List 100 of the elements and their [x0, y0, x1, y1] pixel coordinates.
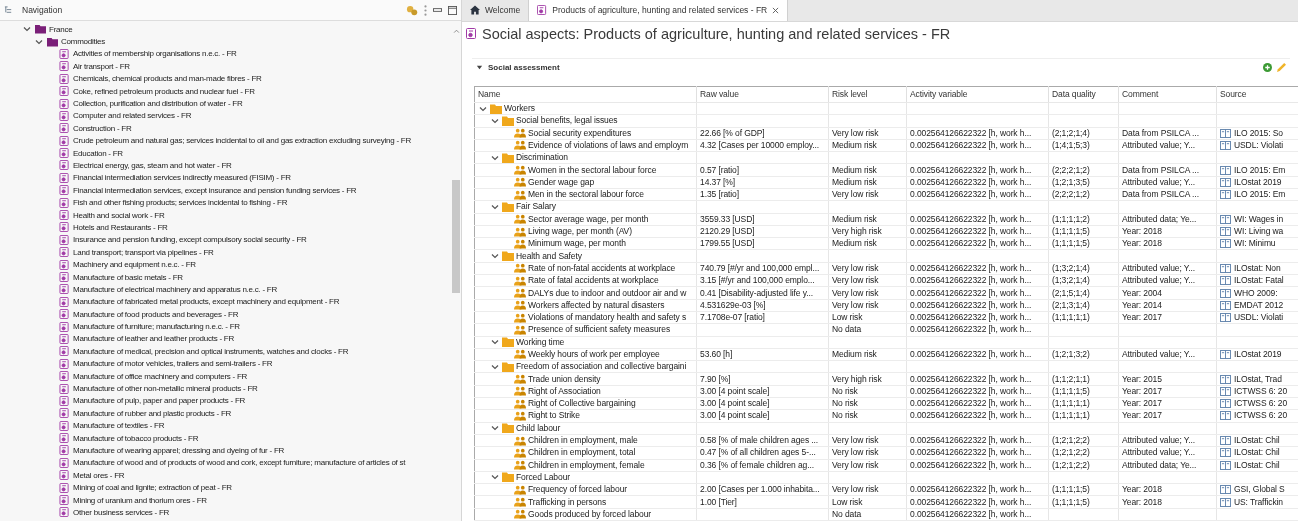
indicator-name[interactable]: Trade union density	[528, 373, 601, 385]
tree-item[interactable]: Other business services - FR	[73, 507, 170, 517]
tree-item[interactable]: Financial intermediation services indirectly measured (FISIM) - FR	[73, 173, 291, 183]
column-header[interactable]: Activity variable	[906, 86, 1049, 103]
source-link[interactable]: ILOstat: Chil	[1234, 459, 1280, 471]
source-link[interactable]: ILOstat: Fatal	[1234, 275, 1284, 287]
indicator-name[interactable]: Gender wage gap	[528, 176, 595, 188]
source-link[interactable]: ILO 2015: So	[1234, 127, 1283, 139]
tree-item[interactable]: Hotels and Restaurants - FR	[73, 222, 168, 232]
indicator-name[interactable]: Children in employment, male	[528, 435, 638, 447]
tree-item[interactable]: Health and social work - FR	[73, 210, 165, 220]
editor-tab[interactable]: Products of agriculture, hunting and related services - FR	[528, 0, 789, 21]
tree-item[interactable]: Manufacture of tobacco products - FR	[73, 433, 199, 443]
triangle-down-icon[interactable]	[476, 64, 483, 72]
source-link[interactable]: ICTWSS 6: 20	[1234, 410, 1288, 422]
add-icon[interactable]	[1263, 63, 1272, 73]
section-title[interactable]: Social assessment	[488, 63, 560, 73]
tree-item[interactable]: Air transport - FR	[73, 61, 130, 71]
source-link[interactable]: ICTWSS 6: 20	[1234, 398, 1288, 410]
more-icon[interactable]	[424, 4, 427, 16]
indicator-name[interactable]: Violations of mandatory health and safety s	[528, 312, 687, 324]
tree-item[interactable]: Manufacture of fabricated metal products, except machinery and equipment - FR	[73, 297, 340, 307]
indicator-name[interactable]: Living wage, per month (AV)	[528, 226, 632, 237]
editor-tab[interactable]: Welcome	[462, 0, 529, 21]
tree-item[interactable]: Coke, refined petroleum products and nuclear fuel - FR	[73, 86, 255, 96]
indicator-name[interactable]: Sector average wage, per month	[528, 213, 649, 225]
indicator-name[interactable]: Children in employment, female	[528, 459, 645, 471]
tree-item[interactable]: Mining of coal and lignite; extraction of peat - FR	[73, 483, 232, 493]
tree-item[interactable]: Machinery and equipment n.e.c. - FR	[73, 260, 196, 270]
group-label[interactable]: Health and Safety	[516, 250, 582, 262]
source-link[interactable]: EMDAT 2012	[1234, 299, 1284, 311]
tree-item[interactable]: France	[49, 24, 73, 34]
tree-item[interactable]: Chemicals, chemical products and man-made fibres - FR	[73, 74, 262, 84]
tree-item[interactable]: Insurance and pension funding, except compulsory social security - FR	[73, 235, 307, 245]
tree-item[interactable]: Manufacture of furniture; manufacturing n.e.c. - FR	[73, 322, 240, 332]
column-header[interactable]: Name	[474, 86, 697, 103]
tree-item[interactable]: Collection, purification and distribution of water - FR	[73, 99, 243, 109]
column-header[interactable]: Source	[1216, 86, 1298, 103]
tree-item[interactable]: Manufacture of rubber and plastic products - FR	[73, 408, 232, 418]
indicator-name[interactable]: Presence of sufficient safety measures	[528, 324, 671, 336]
source-link[interactable]: ILO 2015: Em	[1234, 189, 1286, 201]
tree-item[interactable]: Activities of membership organisations n.e.c. - FR	[73, 49, 237, 59]
tree-item[interactable]: Education - FR	[73, 148, 123, 158]
source-link[interactable]: ICTWSS 6: 20	[1234, 385, 1288, 397]
source-link[interactable]: ILOstat 2019	[1234, 349, 1282, 360]
source-link[interactable]: WI: Living wa	[1234, 226, 1284, 237]
indicator-name[interactable]: Rate of fatal accidents at workplace	[528, 275, 659, 287]
group-label[interactable]: Social benefits, legal issues	[516, 115, 618, 127]
source-link[interactable]: ILOstat: Chil	[1234, 447, 1280, 459]
source-link[interactable]: ILOstat: Non	[1234, 262, 1281, 274]
group-label[interactable]: Forced Labour	[516, 471, 570, 483]
tree-item[interactable]: Crude petroleum and natural gas; services incidental to oil and gas extraction excluding surveying - FR	[73, 136, 411, 146]
indicator-name[interactable]: Children in employment, total	[528, 447, 636, 459]
indicator-name[interactable]: Minimum wage, per month	[528, 238, 626, 250]
source-link[interactable]: ILO 2015: Em	[1234, 164, 1286, 176]
tree-item[interactable]: Manufacture of electrical machinery and apparatus n.e.c. - FR	[73, 284, 277, 294]
source-link[interactable]: USDL: Violati	[1234, 139, 1284, 151]
tree-item[interactable]: Manufacture of other non-metallic mineral products - FR	[73, 384, 258, 393]
indicator-name[interactable]: Weekly hours of work per employee	[528, 349, 660, 360]
source-link[interactable]: ILOstat, Trad	[1234, 373, 1282, 385]
tree-item[interactable]: Electrical energy, gas, steam and hot water - FR	[73, 161, 232, 170]
group-label[interactable]: Freedom of association and collective bargaini	[516, 361, 687, 373]
maximize-icon[interactable]	[448, 5, 457, 15]
indicator-name[interactable]: Rate of non-fatal accidents at workplace	[528, 262, 676, 274]
group-label[interactable]: Child labour	[516, 422, 561, 434]
tree-item[interactable]: Metal ores - FR	[73, 470, 125, 480]
indicator-name[interactable]: Trafficking in persons	[528, 496, 607, 508]
tree-item[interactable]: Manufacture of basic metals - FR	[73, 272, 183, 282]
tree-item[interactable]: Manufacture of office machinery and computers - FR	[73, 371, 248, 381]
indicator-name[interactable]: Right to Strike	[528, 410, 580, 422]
source-link[interactable]: GSI, Global S	[1234, 484, 1285, 496]
tree-item[interactable]: Manufacture of leather and leather products - FR	[73, 334, 234, 344]
tree-item[interactable]: Manufacture of wearing apparel; dressing and dyeing of fur - FR	[73, 445, 285, 455]
indicator-name[interactable]: Social security expenditures	[528, 127, 632, 139]
indicator-name[interactable]: Goods produced by forced labour	[528, 508, 652, 520]
column-header[interactable]: Comment	[1118, 86, 1217, 103]
source-link[interactable]: USDL: Violati	[1234, 312, 1284, 324]
column-header[interactable]: Risk level	[828, 86, 907, 103]
tree-item[interactable]: Manufacture of food products and beverages - FR	[73, 309, 239, 319]
indicator-name[interactable]: Frequency of forced labour	[528, 484, 627, 496]
tree-item[interactable]: Manufacture of wood and of products of wood and cork, except furniture; manufacture of articles of st	[73, 458, 406, 468]
indicator-name[interactable]: Right of Collective bargaining	[528, 398, 636, 410]
indicator-name[interactable]: Men in the sectoral labour force	[528, 189, 644, 201]
source-link[interactable]: ILOstat 2019	[1234, 176, 1282, 188]
tree-item[interactable]: Financial intermediation services, except insurance and pension funding services - FR	[73, 185, 357, 195]
tree-item[interactable]: Fish and other fishing products; services incidental to fishing - FR	[73, 198, 288, 208]
source-link[interactable]: WHO 2009:	[1234, 287, 1278, 299]
column-header[interactable]: Data quality	[1048, 86, 1119, 103]
minimize-icon[interactable]	[433, 8, 442, 12]
tree-item[interactable]: Commodities	[61, 37, 105, 47]
tree-item[interactable]: Construction - FR	[73, 123, 132, 133]
source-link[interactable]: WI: Wages in	[1234, 213, 1284, 225]
close-icon[interactable]	[772, 7, 780, 14]
tree-item[interactable]: Manufacture of motor vehicles, trailers and semi-trailers - FR	[73, 359, 273, 369]
source-link[interactable]: US: Traffickin	[1234, 496, 1283, 508]
source-link[interactable]: WI: Minimu	[1234, 238, 1276, 250]
column-header[interactable]: Raw value	[696, 86, 829, 103]
group-label[interactable]: Working time	[516, 336, 565, 348]
tree-item[interactable]: Manufacture of pulp, paper and paper products - FR	[73, 396, 246, 406]
indicator-name[interactable]: Women in the sectoral labour force	[528, 164, 657, 176]
